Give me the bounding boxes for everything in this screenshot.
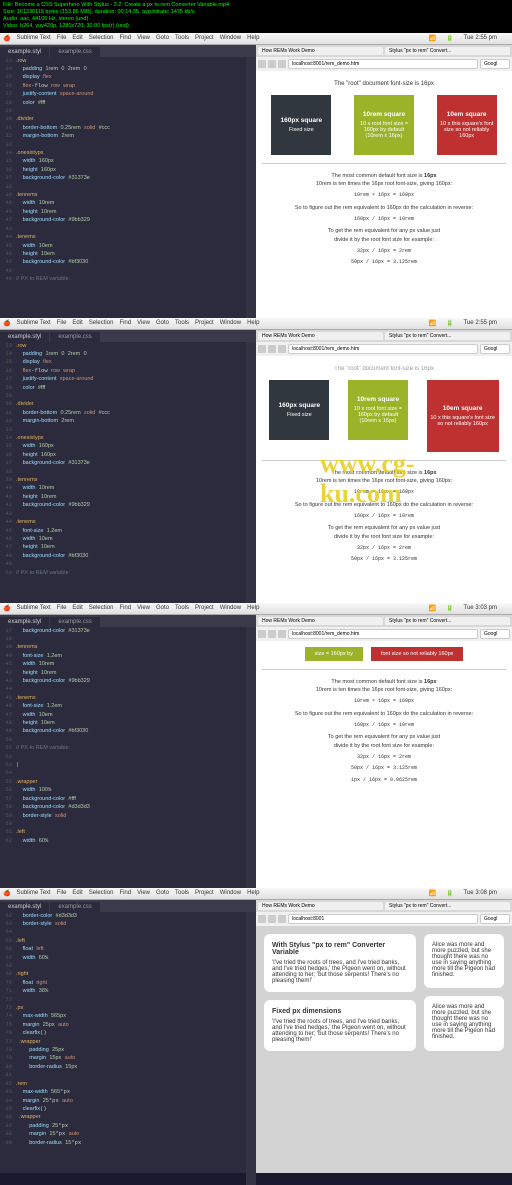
partial-green: size = 160px by: [305, 647, 363, 661]
browser-pane: How REMs Work DemoStylus "px to rem" Con…: [256, 45, 512, 318]
minimap[interactable]: [246, 57, 256, 330]
editor-pane[interactable]: example.stylexample.css 23 24 25 26 27 2…: [0, 45, 256, 318]
forward-icon[interactable]: [268, 60, 276, 68]
search-field[interactable]: Googl: [480, 59, 510, 69]
square-10rem: 10rem square10 x root font size = 160px …: [354, 95, 414, 155]
partial-red: font size so not reliably 160px: [371, 647, 463, 661]
battery-icon[interactable]: 🔋: [446, 35, 453, 42]
reload-icon[interactable]: [278, 60, 286, 68]
file-header: File: Become a CSS Superhero With Stylus…: [0, 0, 512, 33]
square-160px: 160px squareFixed size: [271, 95, 331, 155]
back-icon[interactable]: [258, 60, 266, 68]
card-side-1: Alice was more and more puzzled, but she…: [424, 934, 504, 989]
page-content: The "root" document font-size is 16px 16…: [256, 71, 512, 318]
address-bar[interactable]: localhost:8001/rem_demo.htmGoogl: [256, 57, 512, 71]
menubar[interactable]: 🍎 Sublime Text FileEditSelectionFindView…: [0, 33, 512, 45]
code-area[interactable]: .row padding 1rem 0 2rem 0 display flex …: [16, 57, 110, 284]
url-field[interactable]: localhost:8001/rem_demo.htm: [288, 59, 478, 69]
apple-icon[interactable]: 🍎: [3, 35, 10, 42]
screenshot-4: 🍎Sublime TextFileEditSelectionFindViewGo…: [0, 888, 512, 1173]
screenshot-3: 🍎Sublime TextFileEditSelectionFindViewGo…: [0, 603, 512, 888]
card-stylus: With Stylus "px to rem" Converter Variab…: [264, 934, 416, 992]
browser-tabs[interactable]: How REMs Work DemoStylus "px to rem" Con…: [256, 45, 512, 57]
square-10em: 10em square10 x this square's font size …: [437, 95, 497, 155]
editor-tabs[interactable]: example.stylexample.css: [0, 45, 256, 57]
card-side-2: Alice was more and more puzzled, but she…: [424, 996, 504, 1051]
line-gutter: 23 24 25 26 27 28 29 30 31 32 33 34 35 3…: [0, 57, 14, 284]
menu-extras: 📶 🔋 Tue 2:55 pm: [429, 35, 503, 42]
wifi-icon[interactable]: 📶: [429, 35, 436, 42]
screenshot-2: 🍎Sublime TextFileEditSelectionFindViewGo…: [0, 318, 512, 603]
screenshot-1: 🍎 Sublime Text FileEditSelectionFindView…: [0, 33, 512, 318]
squares-row: 160px squareFixed size 10rem square10 x …: [262, 95, 506, 155]
clock[interactable]: Tue 2:55 pm: [464, 35, 497, 42]
card-fixed: Fixed px dimensions'I've tried the roots…: [264, 1000, 416, 1051]
cards-container: With Stylus "px to rem" Converter Variab…: [256, 926, 512, 1059]
tab-styl[interactable]: example.styl: [0, 47, 49, 57]
app-name: Sublime Text: [16, 35, 50, 41]
tab-css[interactable]: example.css: [50, 47, 99, 57]
